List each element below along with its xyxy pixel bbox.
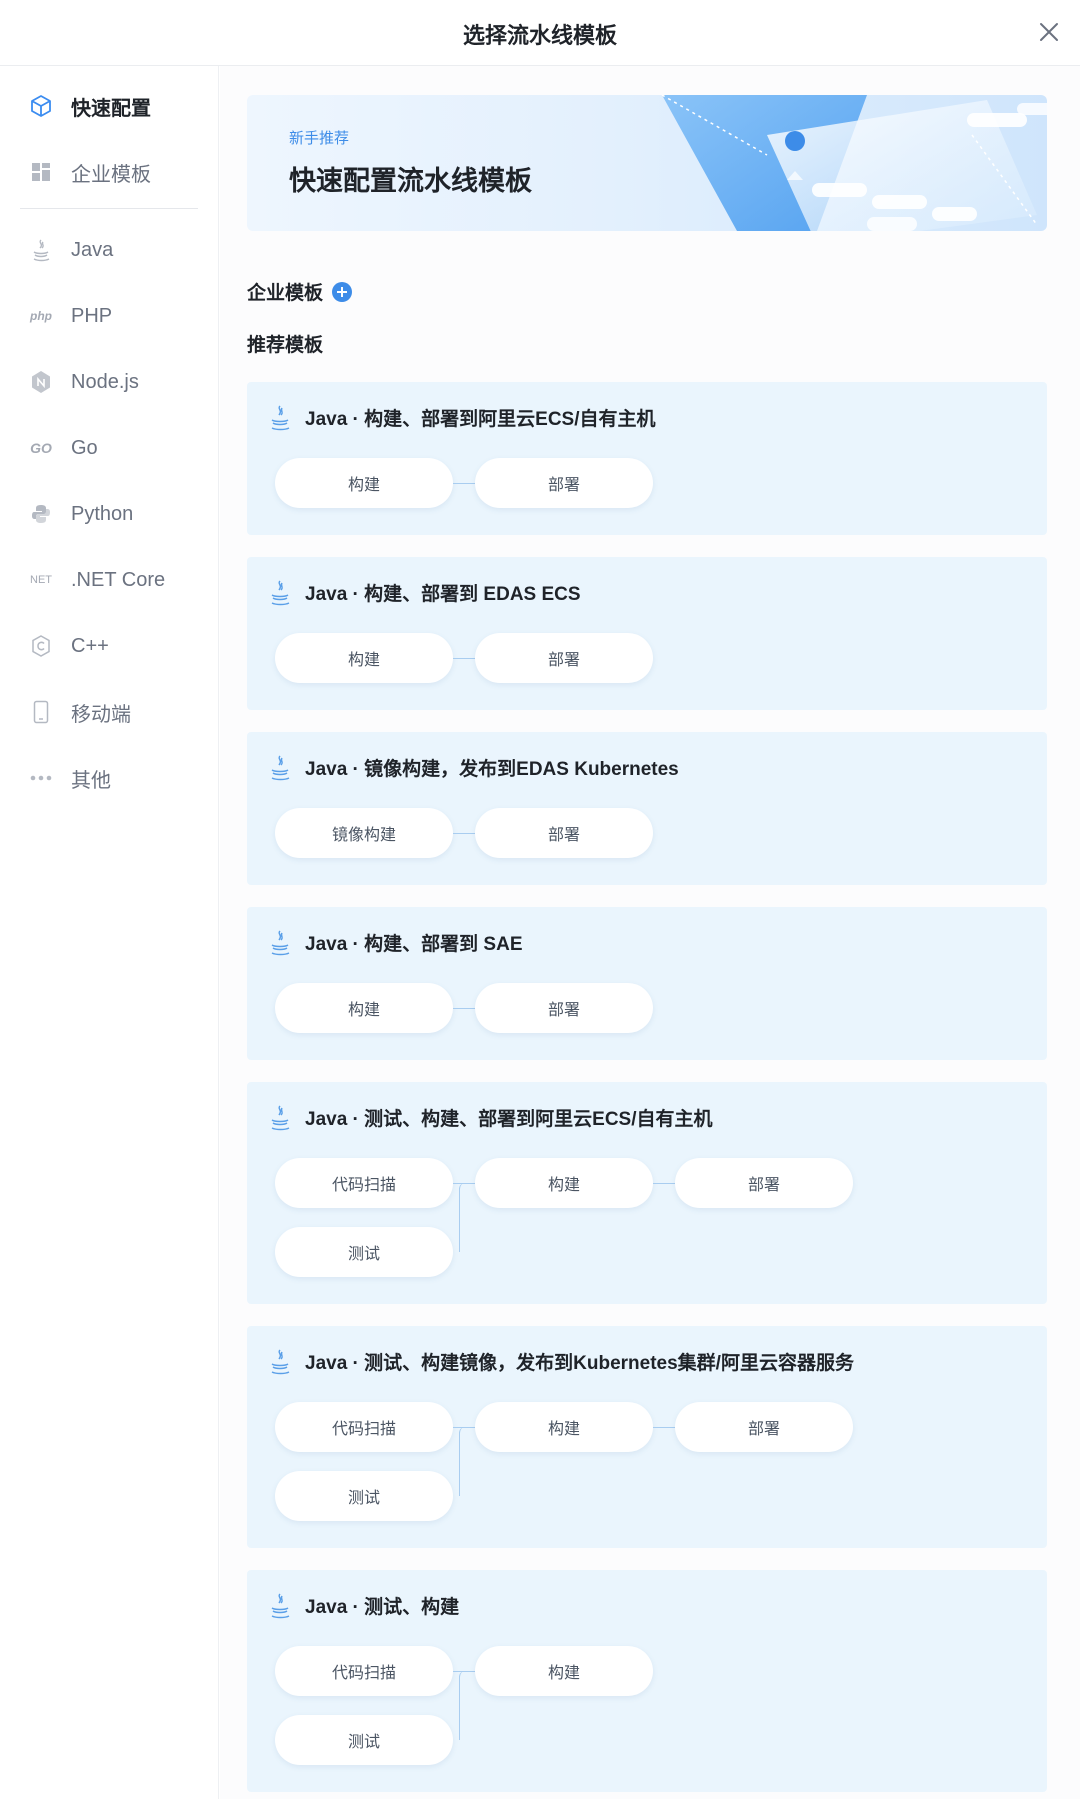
go-icon-text: GO — [30, 440, 52, 456]
sidebar-item-php[interactable]: php PHP — [0, 294, 219, 338]
section-title: 企业模板 — [247, 283, 324, 304]
sidebar-item-quick-config[interactable]: 快速配置 — [0, 84, 219, 128]
dotnet-icon: NET — [27, 566, 55, 594]
stage-node: 构建 — [475, 1646, 653, 1696]
grid-icon — [27, 158, 55, 186]
stage-connector — [453, 483, 475, 484]
stage-node: 代码扫描 — [275, 1402, 453, 1452]
cube-icon — [27, 92, 55, 120]
sidebar-item-label: Node.js — [71, 370, 139, 393]
stage-connector — [653, 1183, 675, 1184]
stage-node: 代码扫描 — [275, 1158, 453, 1208]
template-title: Java · 构建、部署到 SAE — [305, 934, 523, 955]
stage-node: 部署 — [475, 458, 653, 508]
go-icon: GO — [27, 434, 55, 462]
template-title: Java · 镜像构建，发布到EDAS Kubernetes — [305, 759, 679, 780]
nodejs-icon — [27, 368, 55, 396]
python-icon — [27, 500, 55, 528]
stage-node: 代码扫描 — [275, 1646, 453, 1696]
sidebar-item-label: 其他 — [71, 769, 111, 792]
sidebar-item-label: 移动端 — [71, 703, 131, 726]
sidebar-item-cpp[interactable]: C++ — [0, 624, 219, 668]
sidebar-item-go[interactable]: GO Go — [0, 426, 219, 470]
template-card[interactable]: Java · 构建、部署到 EDAS ECS 构建 部署 — [247, 557, 1047, 710]
stage-node: 部署 — [475, 633, 653, 683]
cpp-icon — [27, 632, 55, 660]
quick-config-banner[interactable]: 新手推荐 快速配置流水线模板 — [247, 95, 1047, 231]
stage-node: 测试 — [275, 1227, 453, 1277]
php-icon: php — [27, 302, 55, 330]
sidebar-item-label: Python — [71, 502, 134, 525]
stage-node: 镜像构建 — [275, 808, 453, 858]
template-card[interactable]: Java · 测试、构建 代码扫描 测试 构建 — [247, 1570, 1047, 1792]
template-card[interactable]: Java · 测试、构建、部署到阿里云ECS/自有主机 代码扫描 测试 构建 部… — [247, 1082, 1047, 1304]
template-title: Java · 测试、构建、部署到阿里云ECS/自有主机 — [305, 1109, 713, 1130]
close-icon — [1040, 23, 1058, 41]
sidebar-item-nodejs[interactable]: Node.js — [0, 360, 219, 404]
php-icon-text: php — [30, 309, 52, 323]
java-icon — [271, 1105, 290, 1131]
java-icon — [271, 755, 290, 781]
sidebar-item-mobile[interactable]: 移动端 — [0, 690, 219, 734]
stage-node: 部署 — [475, 808, 653, 858]
java-icon — [271, 405, 290, 431]
category-sidebar: 快速配置 企业模板 Java php PHP Node.js GO Go Pyt… — [0, 66, 219, 1799]
stage-node: 测试 — [275, 1715, 453, 1765]
enterprise-templates-heading: 企业模板 — [247, 278, 353, 305]
stage-node: 构建 — [275, 458, 453, 508]
sidebar-item-enterprise-templates[interactable]: 企业模板 — [0, 150, 219, 194]
template-card[interactable]: Java · 构建、部署到 SAE 构建 部署 — [247, 907, 1047, 1060]
close-button[interactable] — [1034, 17, 1064, 47]
template-title: Java · 构建、部署到 EDAS ECS — [305, 584, 581, 605]
sidebar-item-label: Java — [71, 238, 114, 261]
template-card[interactable]: Java · 镜像构建，发布到EDAS Kubernetes 镜像构建 部署 — [247, 732, 1047, 885]
banner-illustration — [661, 95, 1047, 231]
stage-connector — [453, 1008, 475, 1009]
banner-title: 快速配置流水线模板 — [289, 166, 532, 196]
template-list-panel: 新手推荐 快速配置流水线模板 企业模板 推荐模板 Java · 构建、部署到阿里… — [220, 66, 1080, 1799]
section-title: 推荐模板 — [247, 335, 324, 356]
sidebar-divider — [20, 208, 198, 209]
stage-node: 部署 — [675, 1402, 853, 1452]
stage-connector — [453, 833, 475, 834]
java-icon — [271, 1593, 290, 1619]
sidebar-item-label: 企业模板 — [71, 163, 151, 186]
template-card[interactable]: Java · 测试、构建镜像，发布到Kubernetes集群/阿里云容器服务 代… — [247, 1326, 1047, 1548]
stage-node: 构建 — [475, 1158, 653, 1208]
stage-node: 构建 — [275, 633, 453, 683]
stage-node: 部署 — [675, 1158, 853, 1208]
stage-node: 测试 — [275, 1471, 453, 1521]
sidebar-item-other[interactable]: 其他 — [0, 756, 219, 800]
recommended-templates-heading: 推荐模板 — [247, 330, 323, 357]
stage-connector — [653, 1427, 675, 1428]
dialog-title: 选择流水线模板 — [462, 23, 617, 48]
java-icon — [27, 236, 55, 264]
sidebar-item-label: .NET Core — [71, 568, 166, 591]
java-icon — [271, 1349, 290, 1375]
java-icon — [271, 580, 290, 606]
sidebar-item-label: PHP — [71, 304, 113, 327]
stage-connector — [453, 658, 475, 659]
sidebar-item-label: Go — [71, 436, 98, 459]
template-title: Java · 测试、构建镜像，发布到Kubernetes集群/阿里云容器服务 — [305, 1353, 854, 1374]
more-icon — [27, 764, 55, 792]
java-icon — [271, 930, 290, 956]
template-card[interactable]: Java · 构建、部署到阿里云ECS/自有主机 构建 部署 — [247, 382, 1047, 535]
sidebar-item-java[interactable]: Java — [0, 228, 219, 272]
dotnet-icon-text: NET — [30, 574, 52, 586]
sidebar-item-label: C++ — [71, 634, 109, 657]
stage-node: 部署 — [475, 983, 653, 1033]
mobile-icon — [27, 698, 55, 726]
sidebar-item-python[interactable]: Python — [0, 492, 219, 536]
sidebar-item-label: 快速配置 — [71, 97, 151, 120]
sidebar-item-dotnet-core[interactable]: NET .NET Core — [0, 558, 219, 602]
dialog-header: 选择流水线模板 — [0, 0, 1080, 66]
template-title: Java · 构建、部署到阿里云ECS/自有主机 — [305, 409, 656, 430]
stage-node: 构建 — [475, 1402, 653, 1452]
banner-subtitle: 新手推荐 — [289, 130, 350, 147]
add-enterprise-template-button[interactable] — [331, 281, 353, 303]
stage-node: 构建 — [275, 983, 453, 1033]
template-title: Java · 测试、构建 — [305, 1597, 460, 1618]
plus-circle-icon — [332, 281, 353, 302]
